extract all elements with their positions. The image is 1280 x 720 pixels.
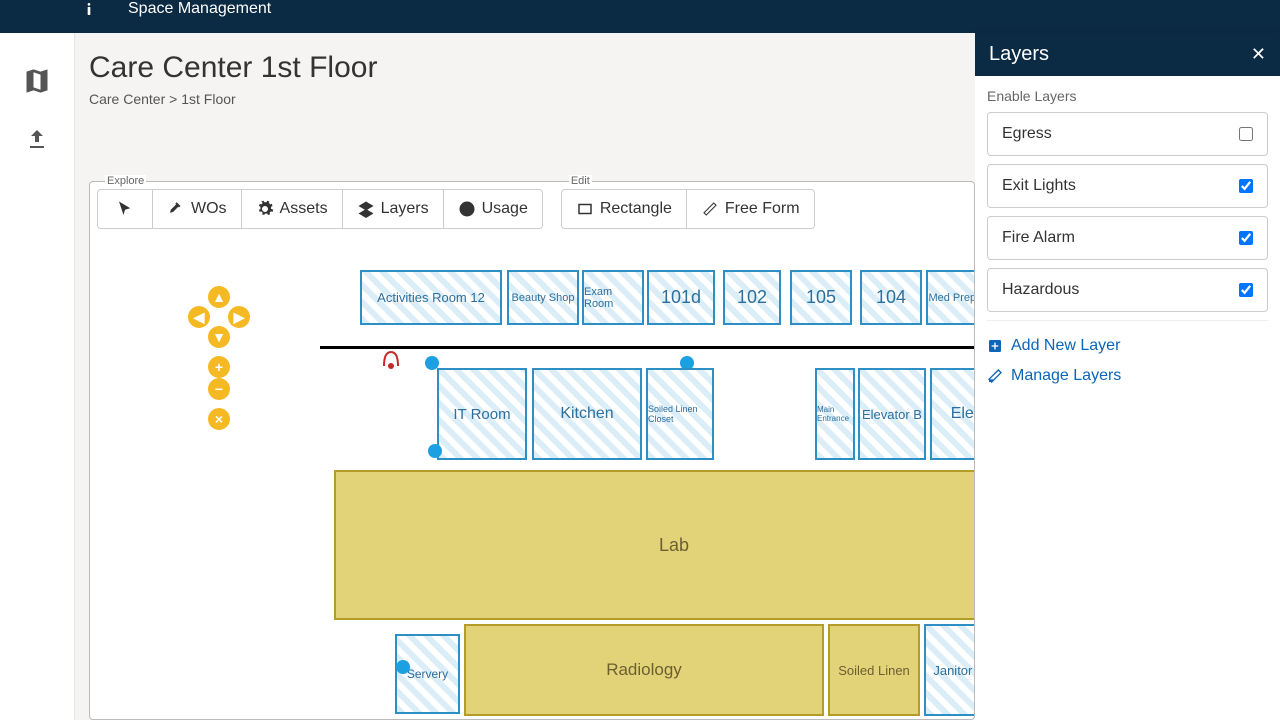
room-activities[interactable]: Activities Room 12 bbox=[360, 270, 502, 325]
layer-row-hazardous[interactable]: Hazardous bbox=[987, 268, 1268, 312]
usage-button[interactable]: Usage bbox=[444, 190, 542, 228]
add-layer-link[interactable]: Add New Layer bbox=[987, 331, 1268, 361]
page-header: Care Center 1st Floor Care Center > 1st … bbox=[75, 33, 975, 119]
pointer-button[interactable] bbox=[98, 190, 153, 228]
toolbar: Explore WOs Assets Layers bbox=[97, 189, 815, 229]
room-exam[interactable]: Exam Room bbox=[582, 270, 644, 325]
room-kitchen[interactable]: Kitchen bbox=[532, 368, 642, 460]
room-janitor[interactable]: Janitor Room bbox=[924, 624, 975, 716]
room-elev-room[interactable]: Elevator Ro bbox=[930, 368, 975, 460]
info-icon[interactable] bbox=[80, 0, 98, 18]
pan-up-button[interactable]: ▲ bbox=[208, 286, 230, 308]
layers-button[interactable]: Layers bbox=[343, 190, 444, 228]
rectangle-button[interactable]: Rectangle bbox=[562, 190, 687, 228]
freeform-button[interactable]: Free Form bbox=[687, 190, 814, 228]
room-medprep[interactable]: Med Prep Room bbox=[926, 270, 975, 325]
pan-down-button[interactable]: ▼ bbox=[208, 326, 230, 348]
layer-toggle-fire-alarm[interactable] bbox=[1239, 231, 1253, 245]
room-102[interactable]: 102 bbox=[723, 270, 781, 325]
edit-group-label: Edit bbox=[569, 175, 592, 187]
room-it[interactable]: IT Room bbox=[437, 368, 527, 460]
pan-right-button[interactable]: ▶ bbox=[228, 306, 250, 328]
layers-panel-header: Layers ✕ bbox=[975, 33, 1280, 76]
content-area: Care Center 1st Floor Care Center > 1st … bbox=[75, 33, 975, 720]
layer-toggle-exit-lights[interactable] bbox=[1239, 179, 1253, 193]
wos-button[interactable]: WOs bbox=[153, 190, 242, 228]
layer-row-exit-lights[interactable]: Exit Lights bbox=[987, 164, 1268, 208]
room-beauty[interactable]: Beauty Shop bbox=[507, 270, 579, 325]
pan-left-button[interactable]: ◀ bbox=[188, 306, 210, 328]
crumb-leaf[interactable]: 1st Floor bbox=[181, 91, 235, 107]
firealarm-icon[interactable] bbox=[380, 348, 402, 375]
layer-row-fire-alarm[interactable]: Fire Alarm bbox=[987, 216, 1268, 260]
upload-icon[interactable] bbox=[25, 128, 49, 157]
explore-group-label: Explore bbox=[105, 175, 146, 187]
edit-toolgroup: Rectangle Free Form bbox=[561, 189, 815, 229]
layers-panel: Layers ✕ Enable Layers Egress Exit Light… bbox=[975, 33, 1280, 720]
layer-toggle-hazardous[interactable] bbox=[1239, 283, 1253, 297]
close-icon[interactable]: ✕ bbox=[1251, 44, 1266, 65]
breadcrumb: Care Center > 1st Floor bbox=[89, 91, 975, 107]
room-main-entrance[interactable]: Main Entrance bbox=[815, 368, 855, 460]
zoom-in-button[interactable]: + bbox=[208, 356, 230, 378]
layer-toggle-egress[interactable] bbox=[1239, 127, 1253, 141]
topbar: Space Management bbox=[0, 0, 1280, 33]
manage-layers-link[interactable]: Manage Layers bbox=[987, 361, 1268, 391]
leftnav bbox=[0, 33, 75, 720]
assets-button[interactable]: Assets bbox=[242, 190, 343, 228]
room-104[interactable]: 104 bbox=[860, 270, 922, 325]
room-soiled2[interactable]: Soiled Linen bbox=[828, 624, 920, 716]
wall bbox=[320, 346, 975, 349]
app-title: Space Management bbox=[128, 0, 271, 18]
page-title: Care Center 1st Floor bbox=[89, 51, 975, 85]
enable-layers-label: Enable Layers bbox=[987, 88, 1268, 104]
crumb-root[interactable]: Care Center bbox=[89, 91, 165, 107]
room-soiled-closet[interactable]: Soiled Linen Closet bbox=[646, 368, 714, 460]
exit-light-icon[interactable] bbox=[396, 660, 410, 674]
room-105[interactable]: 105 bbox=[790, 270, 852, 325]
zoom-out-button[interactable]: − bbox=[208, 378, 230, 400]
explore-toolgroup: WOs Assets Layers Usage bbox=[97, 189, 543, 229]
layer-row-egress[interactable]: Egress bbox=[987, 112, 1268, 156]
room-lab[interactable]: Lab bbox=[334, 470, 975, 620]
layers-panel-title: Layers bbox=[989, 43, 1049, 66]
room-elev-b[interactable]: Elevator B bbox=[858, 368, 926, 460]
map-icon[interactable] bbox=[23, 67, 51, 100]
room-radiology[interactable]: Radiology bbox=[464, 624, 824, 716]
room-101d[interactable]: 101d bbox=[647, 270, 715, 325]
room-servery[interactable]: Servery bbox=[395, 634, 460, 714]
floorplan-canvas[interactable]: Activities Room 12 Beauty Shop Exam Room… bbox=[89, 181, 975, 720]
exit-light-icon[interactable] bbox=[428, 444, 442, 458]
zoom-reset-button[interactable]: × bbox=[208, 408, 230, 430]
